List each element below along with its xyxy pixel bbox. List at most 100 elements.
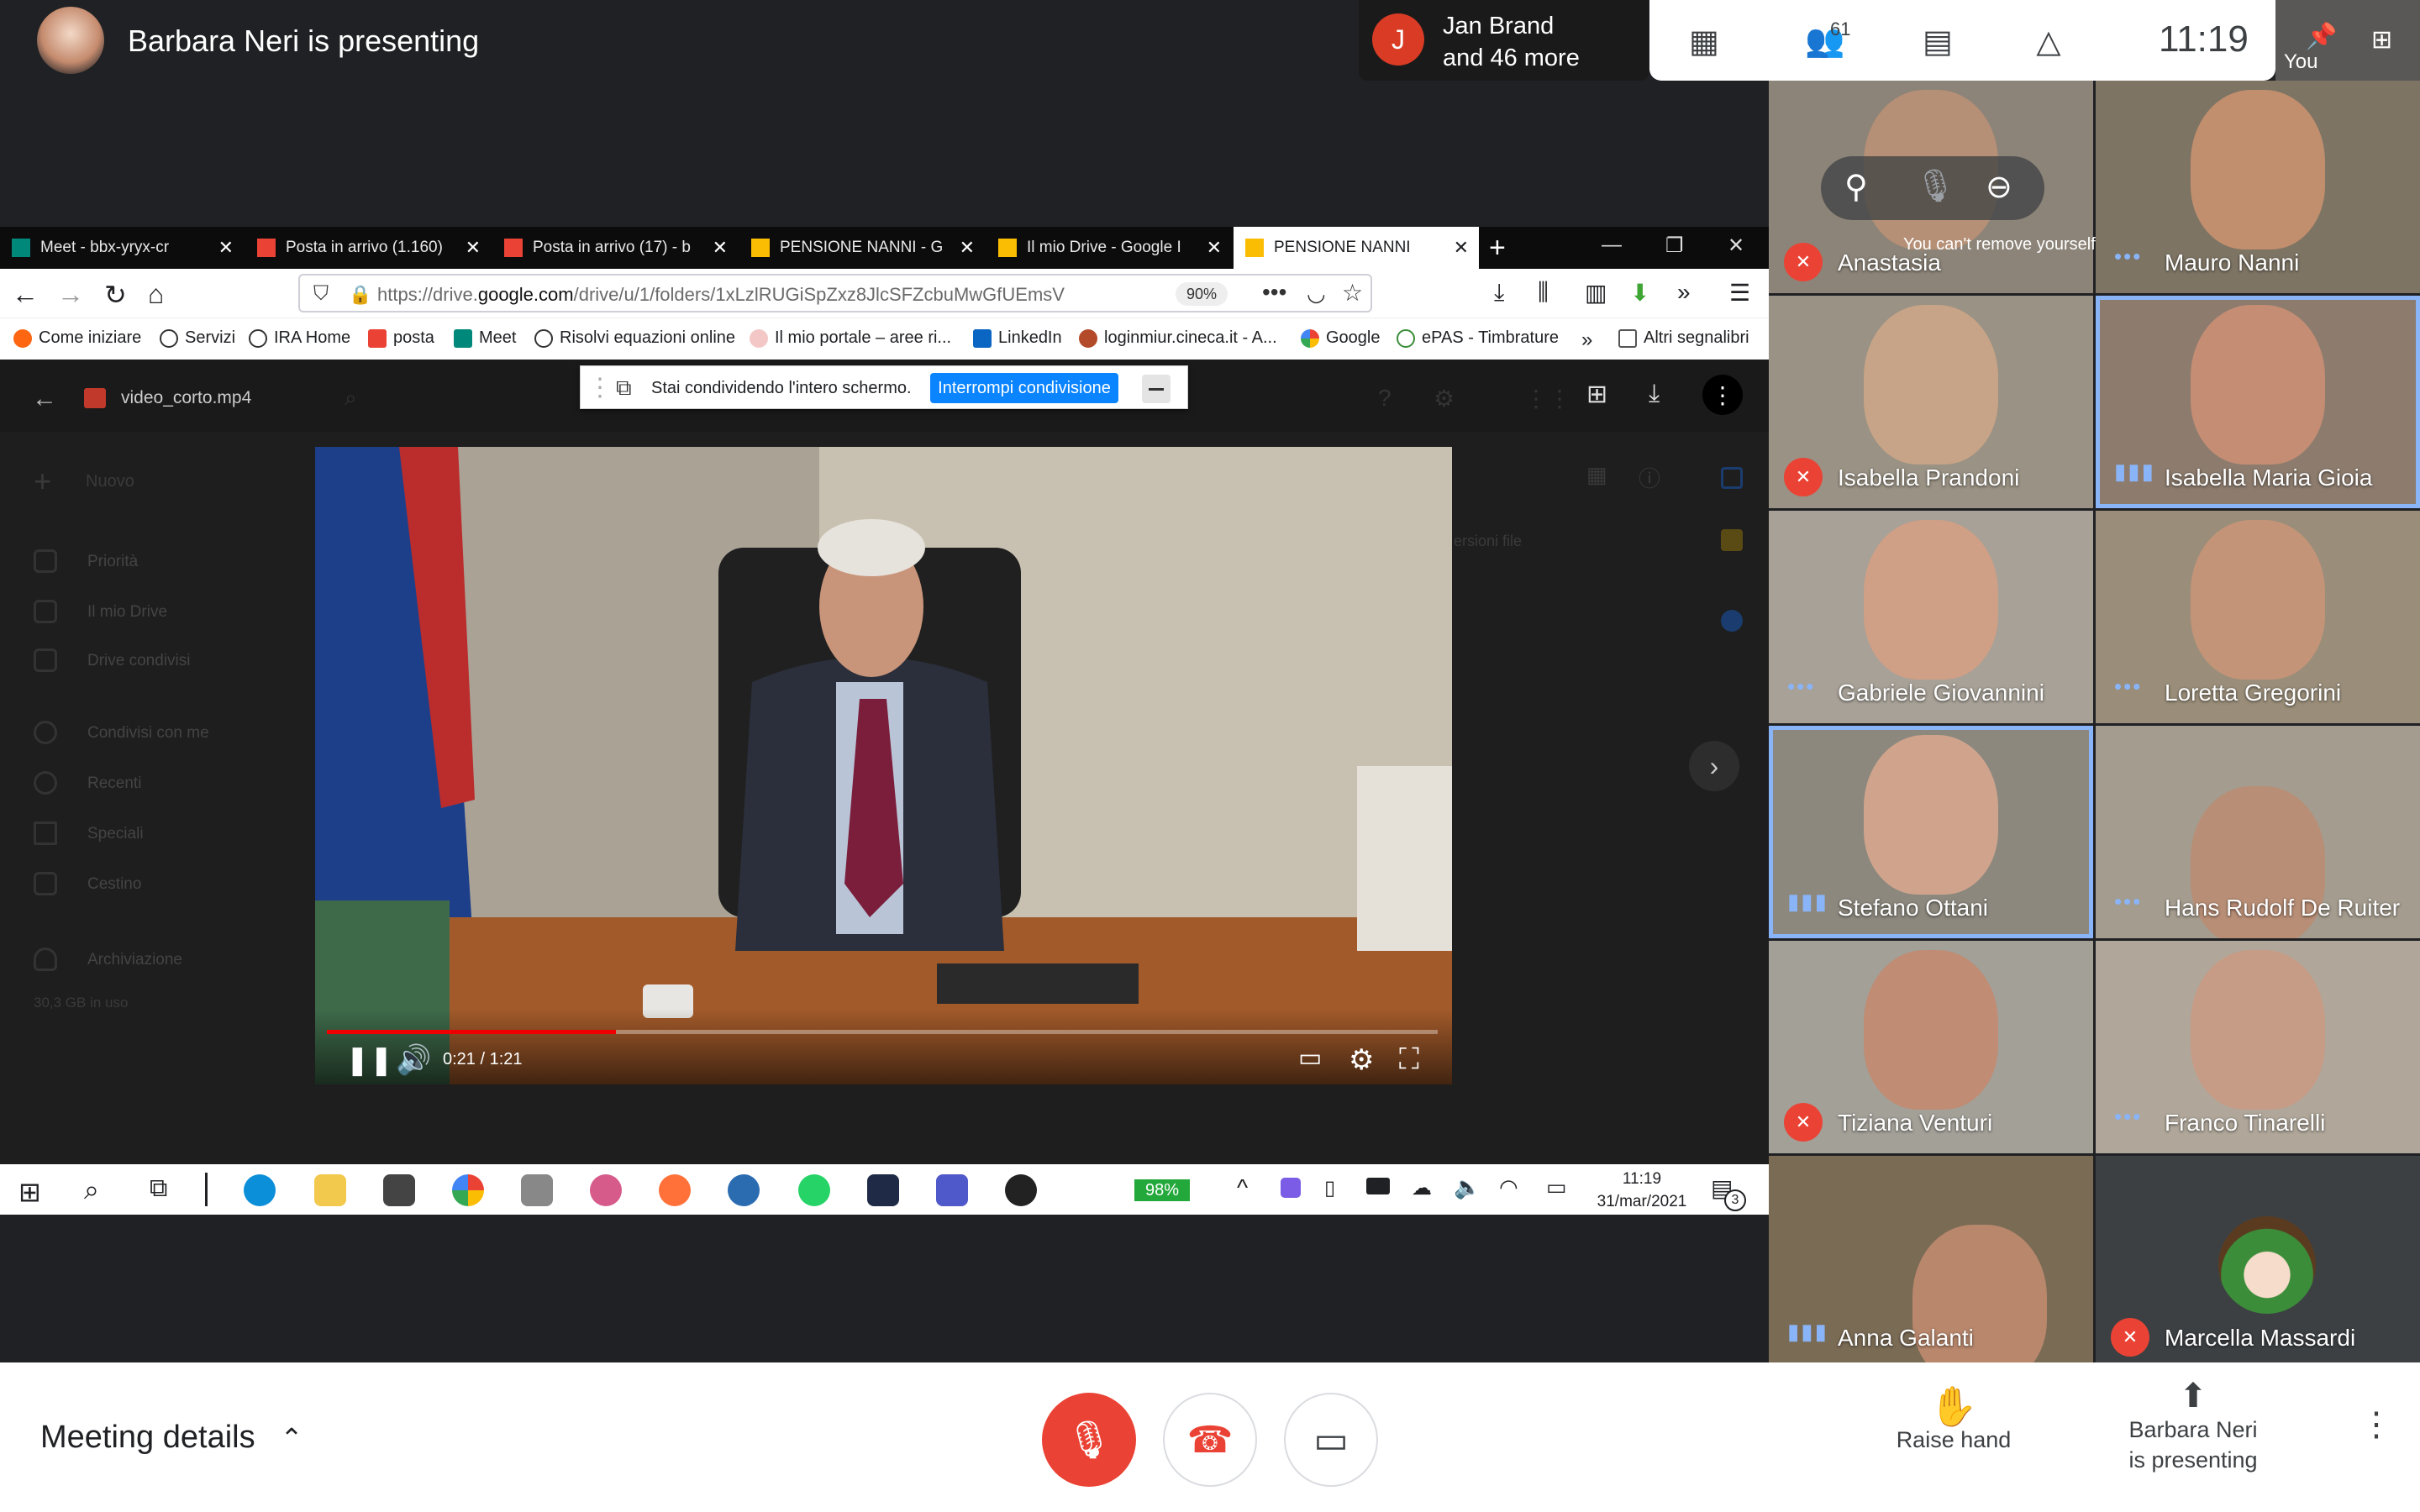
meeting-details-button[interactable]: Meeting details ⌃ (40, 1420, 302, 1456)
participant-tile[interactable]: ▮▮▮ Isabella Maria Gioia (2096, 296, 2420, 508)
participant-tile[interactable]: ✕ Isabella Prandoni (1769, 296, 2093, 508)
file-explorer-icon[interactable] (314, 1174, 346, 1206)
captions-icon[interactable]: ▭ (1298, 1043, 1322, 1073)
calendar-icon[interactable] (1721, 467, 1743, 489)
participant-tile[interactable]: ▮▮▮ Anna Galanti (1769, 1156, 2093, 1368)
bookmark-epas[interactable]: ePAS - Timbrature (1397, 328, 1559, 348)
participant-tile[interactable]: ▮▮▮ Stefano Ottani (1769, 726, 2093, 938)
close-icon[interactable]: ✕ (1454, 237, 1469, 259)
remove-participant-icon[interactable]: ⊖ (1986, 168, 2012, 206)
thunderbird-icon[interactable] (728, 1174, 760, 1206)
volume-icon[interactable]: 🔊 (396, 1043, 431, 1077)
grid-view-icon[interactable]: ▦ (1586, 462, 1607, 488)
restore-icon[interactable]: ❐ (1665, 234, 1684, 258)
shield-icon[interactable]: ⛉ (313, 282, 329, 306)
bookmark-altri[interactable]: Altri segnalibri (1618, 328, 1749, 348)
tray-device-icon[interactable]: ▯ (1324, 1176, 1335, 1200)
snipping-tool-icon[interactable] (590, 1174, 622, 1206)
search-icon[interactable]: ⌕ (345, 385, 357, 412)
zoom-badge[interactable]: 90% (1176, 282, 1228, 306)
taskbar-clock[interactable]: 11:19 31/mar/2021 (1583, 1168, 1701, 1213)
home-icon[interactable]: ⌂ (148, 279, 164, 310)
participant-tile[interactable]: ••• Gabriele Giovannini (1769, 511, 2093, 723)
close-icon[interactable]: ✕ (1207, 237, 1222, 259)
present-now-button[interactable]: ⬆ Barbara Neri is presenting (2118, 1379, 2269, 1475)
self-view-tile[interactable]: 📌 ⊞ You (2275, 0, 2420, 81)
wifi-icon[interactable]: ◠ (1499, 1174, 1518, 1200)
tray-app-icon[interactable] (1281, 1178, 1301, 1198)
bookmarks-overflow-icon[interactable]: » (1581, 328, 1592, 352)
video-player[interactable]: ❚❚ 🔊 0:21 / 1:21 ▭ ⚙ ⛶ (315, 447, 1452, 1084)
stop-sharing-button[interactable]: Interrompi condivisione (930, 373, 1118, 403)
join-notification[interactable]: J Jan Brand and 46 more (1359, 0, 1649, 81)
forward-icon[interactable]: → (57, 279, 84, 310)
mute-participant-icon[interactable]: 🎙 (1915, 168, 1955, 205)
bookmark-posta[interactable]: posta (368, 328, 434, 348)
firefox-icon[interactable] (659, 1174, 691, 1206)
minimize-icon[interactable]: — (1602, 234, 1622, 257)
menu-icon[interactable]: ☰ (1729, 279, 1750, 307)
download-icon[interactable]: ⤓ (1494, 279, 1504, 307)
more-options-icon[interactable]: ⋮ (1702, 375, 1743, 415)
settings-icon[interactable]: ⚙ (1434, 385, 1455, 412)
participant-tile[interactable]: ••• Loretta Gregorini (2096, 511, 2420, 723)
edge-icon[interactable] (244, 1174, 276, 1206)
chevron-up-icon[interactable]: ^ (1237, 1174, 1248, 1201)
add-comment-icon[interactable]: ⊞ (1586, 380, 1607, 409)
tab-meet[interactable]: Meet - bbx-yryx-cr ✕ (0, 227, 244, 269)
overflow-icon[interactable]: » (1677, 279, 1691, 306)
tab-pensione-active[interactable]: PENSIONE NANNI ✕ (1234, 227, 1479, 269)
participant-tile[interactable]: ✕ Marcella Massardi (2096, 1156, 2420, 1368)
close-icon[interactable]: ✕ (960, 237, 975, 259)
participant-tile[interactable]: ✕ Tiziana Venturi (1769, 941, 2093, 1153)
library-icon[interactable]: ⫼ (1538, 279, 1549, 307)
camera-toggle-button[interactable]: ▭ (1284, 1393, 1378, 1487)
window-close-icon[interactable]: ✕ (1728, 234, 1744, 258)
grid-icon[interactable]: ⊞ (2371, 25, 2392, 55)
app-icon[interactable] (867, 1174, 899, 1206)
bookmark-google[interactable]: Google (1301, 328, 1381, 348)
microphone-toggle-button[interactable]: 🎙 (1042, 1393, 1136, 1487)
chat-icon[interactable]: ▤ (1917, 20, 1959, 62)
keep-icon[interactable] (1721, 529, 1743, 551)
pin-icon[interactable]: 📌 (2306, 22, 2337, 51)
speaker-icon[interactable]: 🔈 (1454, 1174, 1481, 1200)
close-icon[interactable]: ✕ (466, 237, 481, 259)
close-icon[interactable]: ✕ (713, 237, 728, 259)
video-progress-bar[interactable] (327, 1030, 1438, 1034)
new-plus-icon[interactable]: + (34, 464, 51, 499)
tasks-icon[interactable] (1721, 610, 1743, 632)
bookmark-loginmiur[interactable]: loginmiur.cineca.it - A... (1079, 328, 1277, 348)
leave-call-button[interactable]: ☎ (1163, 1393, 1257, 1487)
obs-icon[interactable] (1005, 1174, 1037, 1206)
tab-mio-drive[interactable]: Il mio Drive - Google I ✕ (986, 227, 1232, 269)
task-view-icon[interactable]: ⧉ (150, 1174, 167, 1203)
fullscreen-icon[interactable]: ⛶ (1399, 1043, 1419, 1076)
participant-tile[interactable]: ••• Mauro Nanni (2096, 81, 2420, 293)
battery-indicator[interactable]: 98% (1134, 1179, 1190, 1201)
sidebar-icon[interactable]: ▥ (1585, 279, 1607, 307)
next-file-button[interactable]: › (1689, 741, 1739, 791)
participant-tile[interactable]: ••• Franco Tinarelli (2096, 941, 2420, 1153)
activities-icon[interactable]: △ (2028, 20, 2070, 62)
tab-posta-1[interactable]: Posta in arrivo (1.160) ✕ (245, 227, 491, 269)
participant-tile[interactable]: ••• Hans Rudolf De Ruiter (2096, 726, 2420, 938)
back-icon[interactable]: ← (12, 279, 39, 310)
lock-icon[interactable]: 🔒 (349, 284, 371, 306)
new-button[interactable]: Nuovo (86, 472, 134, 491)
whatsapp-icon[interactable] (798, 1174, 830, 1206)
download-file-icon[interactable]: ⤓ (1649, 380, 1660, 408)
help-icon[interactable]: ? (1378, 385, 1392, 412)
close-icon[interactable]: ✕ (218, 237, 234, 259)
raise-hand-button[interactable]: ✋ Raise hand (1891, 1387, 2017, 1455)
pause-icon[interactable]: ❚❚ (345, 1043, 393, 1077)
tray-cloud-icon[interactable]: ☁ (1412, 1176, 1432, 1200)
tab-pensione-1[interactable]: PENSIONE NANNI - G ✕ (739, 227, 985, 269)
minimize-share-bar-button[interactable] (1142, 375, 1171, 403)
bookmark-meet[interactable]: Meet (454, 328, 516, 348)
bookmark-mio-portale[interactable]: Il mio portale – aree ri... (750, 328, 951, 348)
page-actions-icon[interactable]: ••• (1262, 279, 1286, 306)
tray-battery-icon[interactable] (1366, 1178, 1390, 1194)
bookmark-ira-home[interactable]: IRA Home (249, 328, 350, 348)
apps-icon[interactable]: ⋮⋮ (1524, 385, 1571, 412)
